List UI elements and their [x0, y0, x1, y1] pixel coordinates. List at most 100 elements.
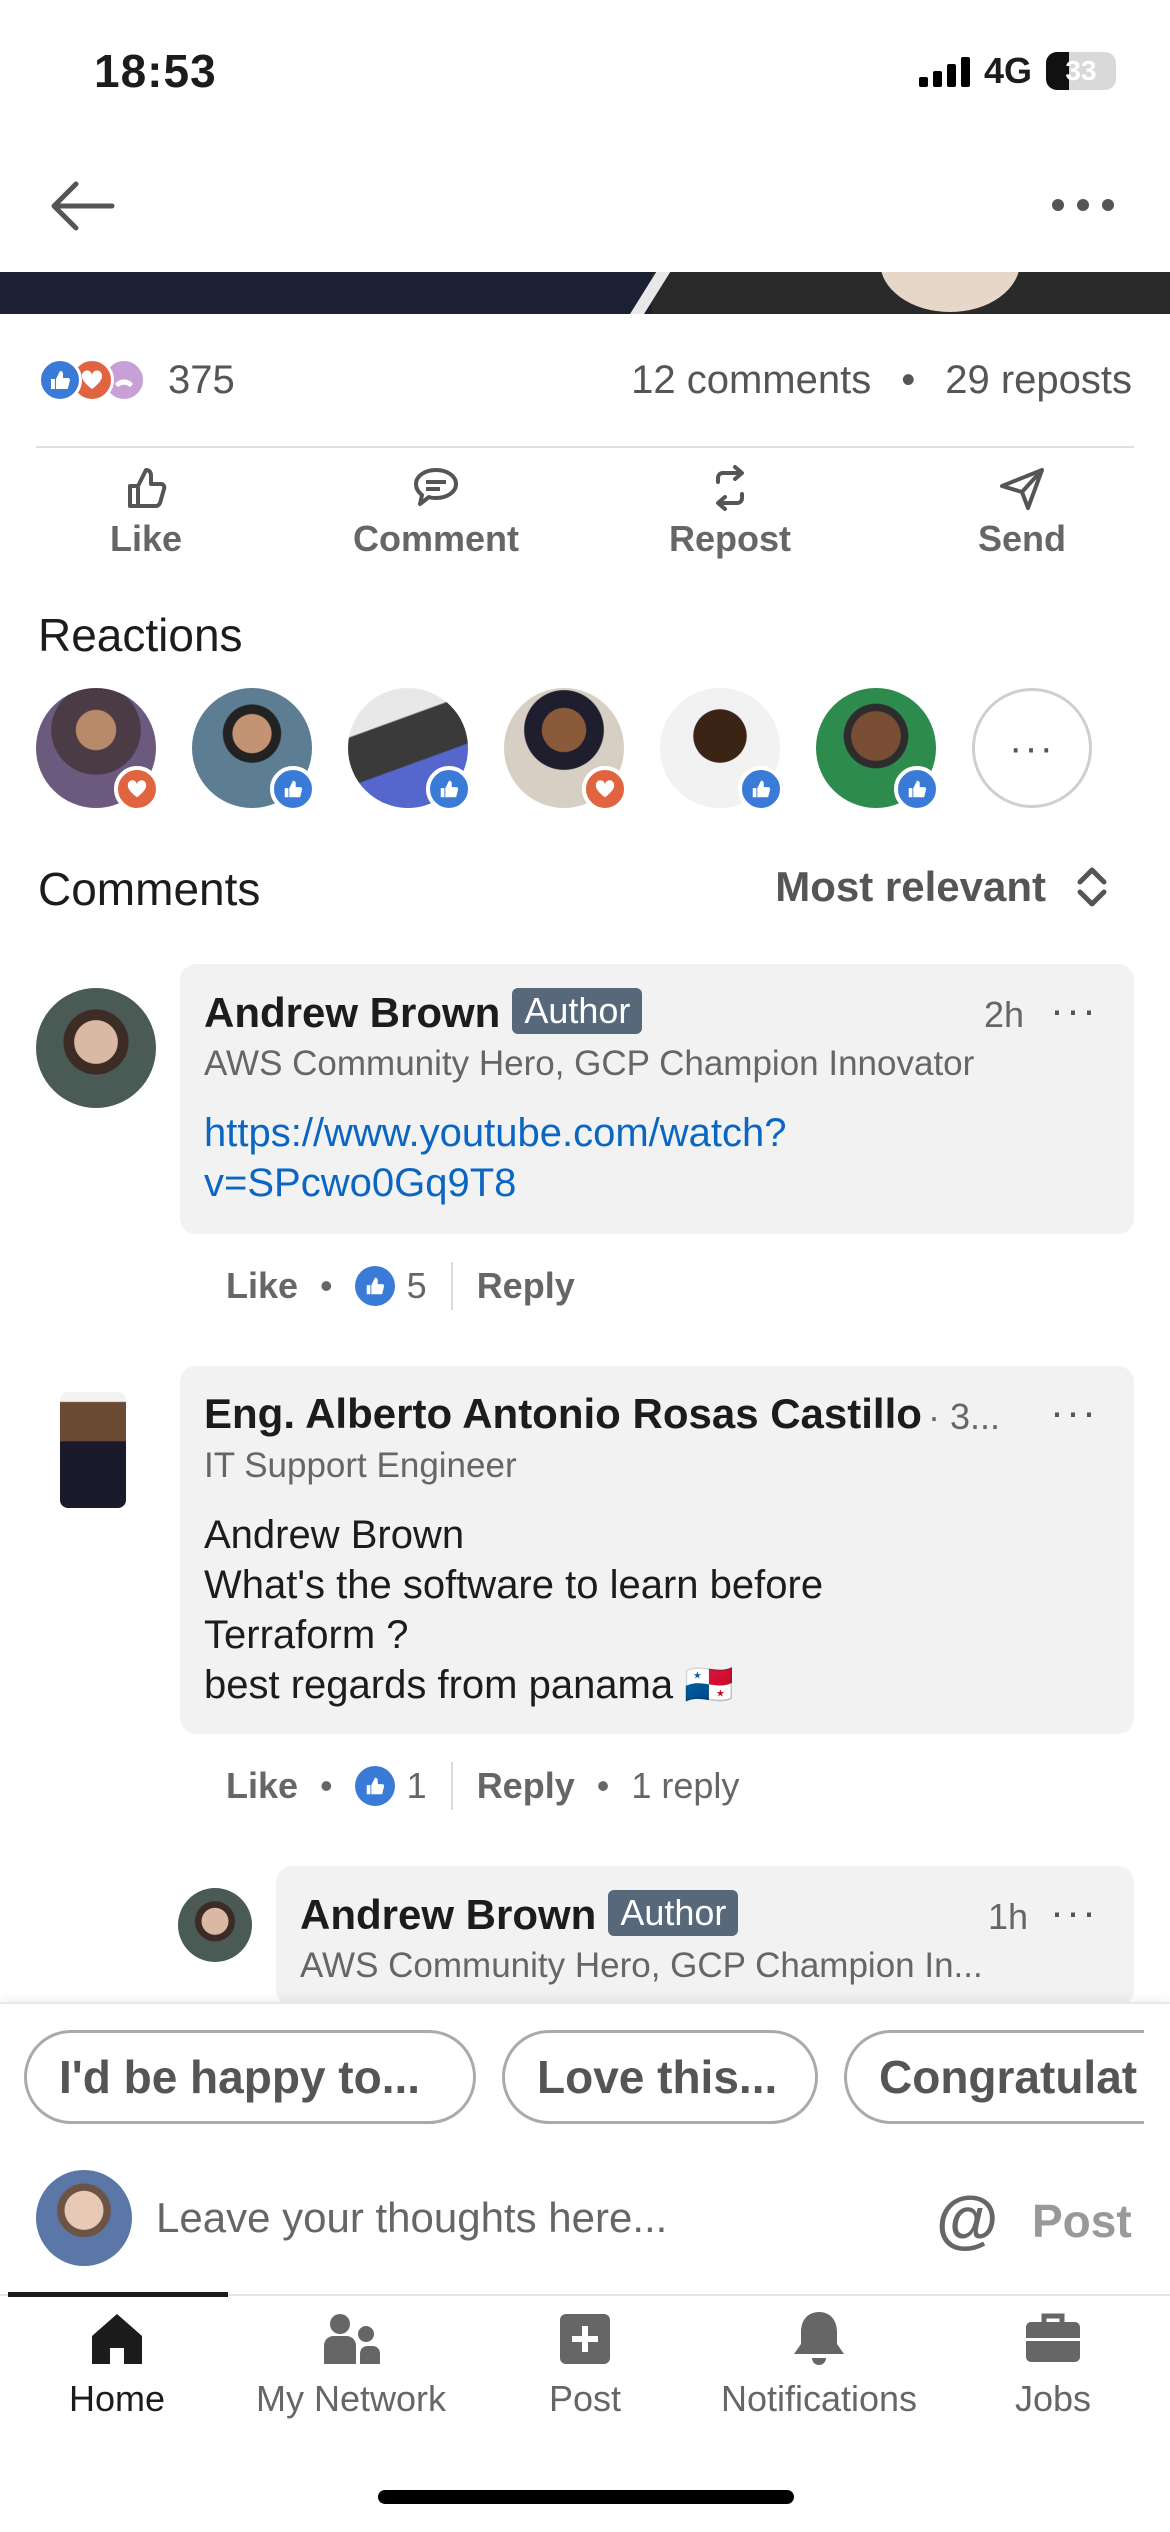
comment-more-icon[interactable]: ···	[1050, 1888, 1098, 1936]
battery-icon: 33	[1046, 52, 1116, 90]
thumbs-up-icon	[128, 468, 167, 508]
comment-time: · 3...	[928, 1396, 1001, 1437]
separator-dot: •	[901, 358, 916, 402]
tab-home[interactable]: Home	[0, 2306, 234, 2420]
comment-link[interactable]: https://www.youtube.com/watch? v=SPcwo0G…	[204, 1108, 787, 1208]
tab-my-network[interactable]: My Network	[234, 2306, 468, 2420]
tab-jobs[interactable]: Jobs	[936, 2306, 1170, 2420]
comment-header: Andrew Brown Author	[204, 988, 643, 1037]
separator-dot: •	[320, 1265, 333, 1306]
comment-header: Andrew Brown Author	[300, 1890, 739, 1939]
repost-icon	[716, 465, 744, 511]
like-reaction-icon	[38, 358, 82, 402]
comment-more-icon[interactable]: ···	[1050, 1388, 1098, 1436]
separator-dot: •	[320, 1765, 333, 1806]
send-label: Send	[977, 518, 1066, 559]
signal-icon	[918, 55, 970, 87]
divider	[450, 1262, 453, 1310]
comments-count[interactable]: 12 comments	[631, 358, 871, 403]
sort-dropdown[interactable]: Most relevant	[775, 862, 1110, 912]
send-icon	[1000, 468, 1044, 510]
comment-body: Andrew Brown What's the software to lear…	[204, 1510, 823, 1710]
post-image[interactable]	[0, 272, 1170, 314]
more-options-icon[interactable]	[1048, 190, 1118, 220]
divider	[36, 446, 1134, 448]
comment-reply-button[interactable]: Reply	[477, 1765, 575, 1807]
quick-reply-chip[interactable]: Love this...	[502, 2030, 818, 2124]
quick-reply-chip[interactable]: I'd be happy to...	[24, 2030, 476, 2124]
commenter-headline: IT Support Engineer	[204, 1446, 517, 1485]
sort-label: Most relevant	[775, 863, 1046, 910]
plus-square-icon	[560, 2314, 610, 2364]
love-badge-icon	[114, 766, 160, 812]
comment-actions: Like • 5 Reply	[226, 1262, 575, 1310]
home-icon	[92, 2314, 142, 2364]
mention-link[interactable]: Andrew Brown	[204, 1510, 823, 1560]
comment-text-line: What's the software to learn before	[204, 1563, 824, 1607]
commenter-headline: AWS Community Hero, GCP Champion Innovat…	[204, 1044, 975, 1083]
status-indicators: 4G 33	[918, 50, 1116, 92]
comment-button[interactable]: Comment	[316, 462, 556, 560]
home-indicator	[378, 2490, 794, 2504]
tab-label: Home	[68, 2378, 166, 2419]
comment-link-line: v=SPcwo0Gq9T8	[204, 1161, 517, 1205]
tab-label: Jobs	[1014, 2378, 1092, 2419]
author-badge: Author	[512, 988, 643, 1034]
tab-post[interactable]: Post	[468, 2306, 702, 2420]
send-button[interactable]: Send	[902, 462, 1142, 560]
comment-reply-button[interactable]: Reply	[477, 1265, 575, 1307]
more-reactors-button[interactable]: ···	[972, 688, 1092, 808]
divider	[450, 1762, 453, 1810]
briefcase-icon	[1026, 2313, 1080, 2362]
comment-icon	[414, 468, 458, 506]
active-tab-indicator	[8, 2292, 228, 2297]
comment-like-button[interactable]: Like	[226, 1265, 298, 1307]
tab-label: Post	[548, 2378, 622, 2419]
battery-percent: 33	[1065, 55, 1097, 86]
comment-input[interactable]: Leave your thoughts here...	[156, 2194, 667, 2242]
comment-text-line: Terraform ?	[204, 1613, 409, 1657]
post-action-bar: Like Comment Repost Send	[0, 462, 1170, 572]
commenter-name[interactable]: Andrew Brown	[300, 1891, 596, 1938]
reaction-icons[interactable]	[38, 358, 158, 404]
comment-like-count[interactable]: 1	[407, 1765, 427, 1807]
mention-icon[interactable]: @	[936, 2182, 998, 2256]
commenter-avatar[interactable]	[36, 988, 156, 1108]
comments-heading: Comments	[38, 863, 261, 915]
tab-label: My Network	[255, 2378, 447, 2419]
commenter-name[interactable]: Andrew Brown	[204, 989, 500, 1036]
like-count-icon	[354, 1266, 395, 1306]
post-comment-button[interactable]: Post	[1032, 2194, 1132, 2248]
comment-actions: Like • 1 Reply • 1 reply	[226, 1762, 739, 1810]
reactions-heading: Reactions	[38, 609, 243, 661]
view-replies-link[interactable]: 1 reply	[631, 1765, 739, 1807]
comment-link-line: https://www.youtube.com/watch?	[204, 1111, 787, 1155]
tab-label: Notifications	[720, 2378, 918, 2419]
like-badge-icon	[738, 766, 784, 812]
like-count-icon	[354, 1766, 395, 1806]
comment-time: 1h	[988, 1896, 1029, 1937]
bell-icon	[794, 2312, 844, 2365]
commenter-name[interactable]: Eng. Alberto Antonio Rosas Castillo	[204, 1390, 922, 1438]
like-badge-icon	[270, 766, 316, 812]
chevron-up-down-icon	[1077, 867, 1107, 907]
comment-more-icon[interactable]: ···	[1050, 986, 1098, 1034]
comment-time: 2h	[984, 994, 1025, 1035]
commenter-avatar[interactable]	[178, 1888, 252, 1962]
status-time: 18:53	[94, 45, 217, 97]
comment-like-button[interactable]: Like	[226, 1765, 298, 1807]
quick-reply-chip[interactable]: Congratulat	[844, 2030, 1144, 2124]
user-avatar	[36, 2170, 132, 2266]
reposts-count[interactable]: 29 reposts	[945, 358, 1132, 403]
separator-dot: •	[596, 1765, 610, 1806]
like-button[interactable]: Like	[26, 462, 266, 560]
commenter-avatar[interactable]	[60, 1392, 126, 1508]
reactions-count[interactable]: 375	[168, 358, 235, 403]
tab-notifications[interactable]: Notifications	[702, 2306, 936, 2420]
comment-like-count[interactable]: 5	[407, 1265, 427, 1307]
author-badge: Author	[608, 1890, 739, 1936]
back-arrow-icon[interactable]	[46, 176, 118, 236]
repost-button[interactable]: Repost	[610, 462, 850, 560]
engagement-counts: 12 comments • 29 reposts	[631, 358, 1132, 403]
network-icon	[324, 2314, 380, 2364]
